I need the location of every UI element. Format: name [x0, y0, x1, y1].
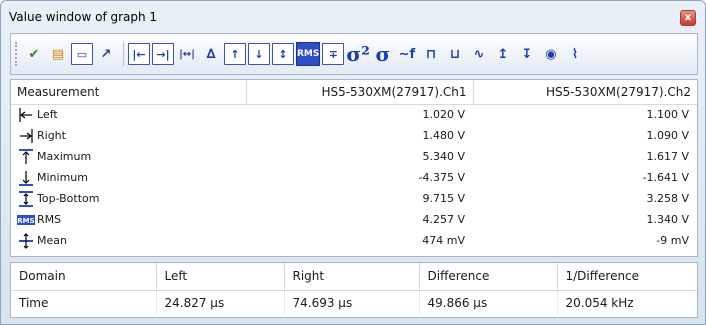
measurement-label: Maximum — [37, 150, 92, 163]
toolbar-separator — [123, 42, 124, 66]
column-header-ch2[interactable]: HS5-530XM(27917).Ch2 — [472, 80, 697, 105]
domain-cell: Time — [19, 296, 49, 311]
left-cell: 24.827 µs — [155, 290, 284, 316]
inv-difference-cell: 20.054 kHz — [556, 290, 697, 316]
toolbar-grip[interactable] — [15, 42, 19, 66]
rise-time-icon[interactable]: ∆ — [200, 42, 222, 66]
close-button[interactable]: x — [680, 10, 696, 26]
right-marker-icon — [17, 127, 35, 145]
ch1-value: 9.715 V — [422, 192, 465, 205]
column-header-difference[interactable]: Difference — [418, 263, 557, 291]
column-header-left[interactable]: Left — [155, 263, 284, 291]
ch1-value: 474 mV — [422, 234, 465, 247]
difference-icon[interactable]: |↔| — [176, 42, 198, 66]
pin-icon[interactable]: ↗ — [95, 42, 117, 66]
mean-icon[interactable]: ∓ — [322, 43, 345, 65]
display-icon[interactable]: ▭ — [71, 43, 93, 65]
cursor-panel: Domain Left Right Difference 1/Difference… — [10, 262, 698, 318]
mean-marker-icon — [17, 232, 35, 250]
column-header-ch1[interactable]: HS5-530XM(27917).Ch1 — [245, 80, 473, 105]
pulse-width-pos-icon[interactable]: ⊓ — [420, 42, 442, 66]
frequency-icon[interactable]: ∼f — [396, 42, 418, 66]
right-cell: 74.693 µs — [283, 290, 419, 316]
table-row[interactable]: Maximum 5.340 V 1.617 V — [11, 146, 697, 167]
ch1-value: 4.257 V — [422, 213, 465, 226]
measurement-label: Top-Bottom — [37, 192, 100, 205]
signal-icon[interactable]: ◉ — [540, 42, 562, 66]
svg-text:RMS: RMS — [17, 217, 34, 225]
ch2-value: 1.100 V — [646, 108, 689, 122]
table-row[interactable]: Mean 474 mV -9 mV — [11, 230, 697, 251]
table-row[interactable]: Time 24.827 µs 74.693 µs 49.866 µs 20.054 kH… — [11, 290, 697, 316]
rms-icon[interactable]: RMS — [296, 42, 321, 66]
column-header-inv-difference[interactable]: 1/Difference — [556, 263, 697, 291]
table-row[interactable]: RMS RMS 4.257 V 1.340 V — [11, 209, 697, 230]
value-window: Value window of graph 1 x ✔ ▤ ▭ ↗ |← →| … — [0, 0, 706, 325]
top-bottom-icon[interactable]: ↕ — [272, 43, 294, 65]
window-title: Value window of graph 1 — [9, 10, 158, 24]
std-dev-icon[interactable]: σ — [372, 42, 394, 66]
ch2-value: -1.641 V — [642, 171, 689, 184]
fall-edge-icon[interactable]: ↧ — [516, 42, 538, 66]
column-header-right[interactable]: Right — [283, 263, 419, 291]
measurement-label: Right — [37, 129, 66, 142]
ch2-value: 3.258 V — [646, 192, 689, 205]
ch2-value: -9 mV — [656, 234, 689, 247]
measurement-label: Left — [37, 108, 58, 122]
waveform-icon[interactable]: ∿ — [468, 42, 490, 66]
difference-cell: 49.866 µs — [418, 290, 557, 316]
maximum-marker-icon — [17, 148, 35, 166]
minimum-marker-icon — [17, 169, 35, 187]
period-icon[interactable]: ⌇ — [564, 42, 586, 66]
top-bottom-marker-icon — [17, 190, 35, 208]
title-bar[interactable]: Value window of graph 1 x — [1, 1, 705, 33]
ch2-value: 1.617 V — [646, 150, 689, 163]
ch1-value: 5.340 V — [422, 150, 465, 163]
variance-icon[interactable]: σ² — [346, 42, 370, 66]
measurement-label: RMS — [37, 213, 62, 226]
toolbar: ✔ ▤ ▭ ↗ |← →| |↔| ∆ ↑ ↓ ↕ RMS ∓ σ² σ ∼f … — [10, 33, 698, 75]
ch1-value: 1.480 V — [422, 129, 465, 142]
ch2-value: 1.340 V — [646, 213, 689, 226]
clipboard-icon[interactable]: ▤ — [47, 42, 69, 66]
table-row[interactable]: Right 1.480 V 1.090 V — [11, 125, 697, 146]
column-header-domain[interactable]: Domain — [11, 263, 156, 291]
column-header-measurement[interactable]: Measurement — [11, 80, 246, 105]
measurement-label: Minimum — [37, 171, 88, 184]
maximum-icon[interactable]: ↑ — [224, 43, 246, 65]
left-marker-icon — [17, 106, 35, 124]
pulse-width-neg-icon[interactable]: ⊔ — [444, 42, 466, 66]
table-row[interactable]: Left 1.020 V 1.100 V — [11, 104, 697, 125]
table-row[interactable]: Minimum -4.375 V -1.641 V — [11, 167, 697, 188]
measurement-label: Mean — [37, 234, 67, 247]
cursor-table: Domain Left Right Difference 1/Difference… — [11, 263, 697, 316]
left-cursor-icon[interactable]: |← — [128, 43, 150, 65]
channel-select-icon[interactable]: ✔ — [23, 42, 45, 66]
measurements-table: Measurement HS5-530XM(27917).Ch1 HS5-530… — [11, 80, 697, 251]
minimum-icon[interactable]: ↓ — [248, 43, 270, 65]
table-row[interactable]: Top-Bottom 9.715 V 3.258 V — [11, 188, 697, 209]
rms-marker-icon: RMS — [17, 211, 35, 229]
rise-edge-icon[interactable]: ↥ — [492, 42, 514, 66]
right-cursor-icon[interactable]: →| — [152, 43, 174, 65]
ch2-value: 1.090 V — [646, 129, 689, 142]
ch1-value: 1.020 V — [422, 108, 465, 122]
ch1-value: -4.375 V — [418, 171, 465, 184]
measurements-panel: Measurement HS5-530XM(27917).Ch1 HS5-530… — [10, 79, 698, 257]
